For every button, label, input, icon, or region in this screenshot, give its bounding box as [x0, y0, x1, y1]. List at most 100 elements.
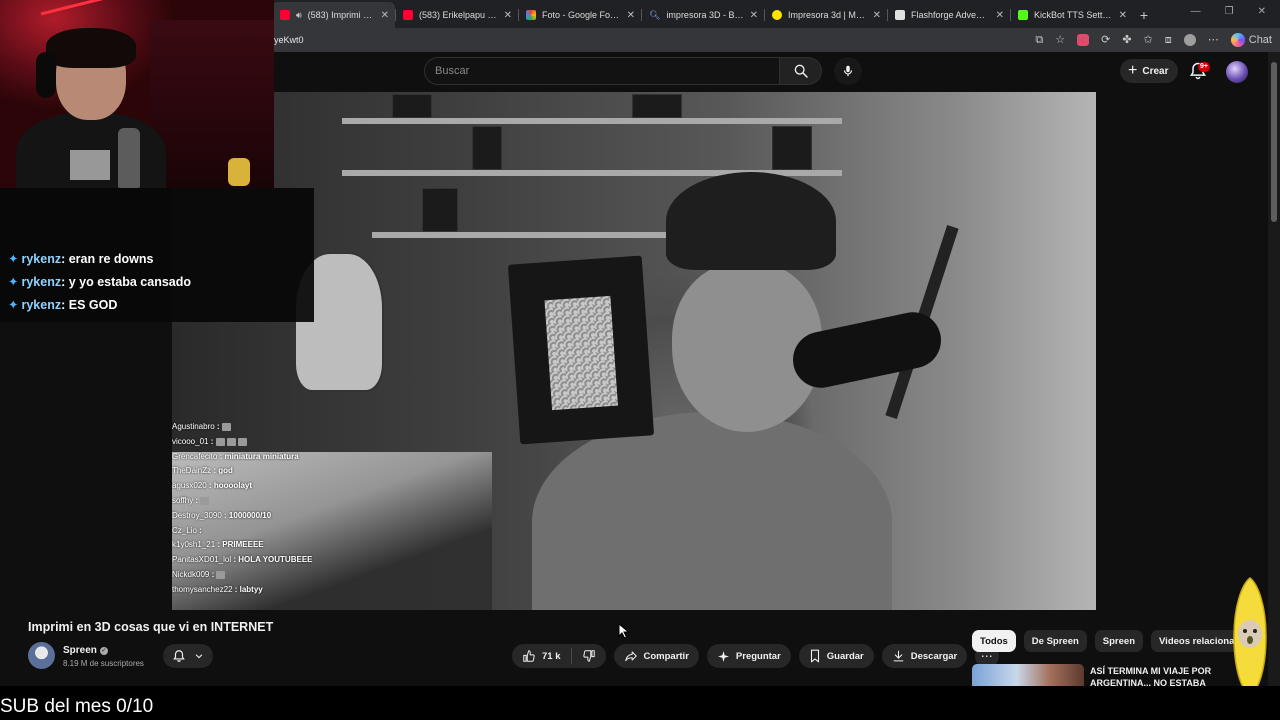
shelf-item: [632, 94, 682, 118]
chat-feed-user: soffhy: [172, 495, 194, 505]
recommended-video-title[interactable]: ASÍ TERMINA MI VIAJE POR ARGENTINA... NO…: [1090, 665, 1220, 687]
chat-feed-item: Nickdk009 :: [172, 570, 392, 585]
chat-username: rykenz: [21, 275, 62, 289]
favorites-icon[interactable]: ✩: [1144, 34, 1153, 46]
create-button-label: Crear: [1142, 65, 1169, 77]
extension-icon[interactable]: [1077, 34, 1090, 46]
shelf-item: [422, 188, 458, 232]
channel-avatar[interactable]: [28, 642, 55, 669]
chat-feed: Agustinabro : vicooo_01 : Grencafecito :…: [172, 422, 392, 600]
speaker-icon[interactable]: 🔊︎: [296, 10, 302, 21]
collections-icon[interactable]: ⧈: [1165, 34, 1172, 46]
recommendation-chips: Todos De Spreen Spreen Videos relacionad…: [972, 630, 1234, 652]
browser-tab[interactable]: (583) Erikelpapu - YouTube ✕: [395, 2, 518, 28]
banana-cat-sticker: [1233, 577, 1267, 697]
save-button[interactable]: Guardar: [798, 644, 874, 668]
chat-text: ES GOD: [68, 298, 118, 312]
create-button[interactable]: + Crear: [1120, 59, 1179, 83]
browser-tab[interactable]: Foto - Google Fotos ✕: [518, 2, 641, 28]
chat-feed-user: Destroy_3090: [172, 510, 222, 520]
ask-button[interactable]: Preguntar: [706, 644, 791, 668]
bookmark-star-icon[interactable]: ☆: [1055, 34, 1065, 46]
chip-videos-relacionados[interactable]: Videos relacionados: [1151, 630, 1234, 652]
chip-spreen[interactable]: Spreen: [1094, 630, 1144, 652]
search-icon: [794, 64, 808, 78]
scrollbar-thumb[interactable]: [1271, 62, 1277, 222]
account-avatar[interactable]: [1226, 61, 1248, 83]
share-label: Compartir: [643, 650, 689, 662]
like-button[interactable]: 71 k: [512, 644, 571, 668]
more-menu-icon[interactable]: ⋯: [1208, 34, 1219, 46]
subscription-notifications-button[interactable]: [163, 644, 213, 668]
save-label: Guardar: [826, 650, 864, 662]
profile-icon[interactable]: [1183, 34, 1196, 46]
close-tab-icon[interactable]: ✕: [1119, 10, 1127, 21]
minimize-icon[interactable]: —: [1191, 6, 1201, 17]
close-tab-icon[interactable]: ✕: [504, 10, 512, 21]
youtube-favicon-icon: [280, 10, 290, 20]
browser-tab-label: impresora 3D - Búsqueda: [666, 10, 744, 20]
chip-todos[interactable]: Todos: [972, 630, 1016, 652]
chat-username: rykenz: [21, 298, 62, 312]
chip-de-spreen[interactable]: De Spreen: [1023, 630, 1087, 652]
chat-text: eran re downs: [68, 252, 154, 266]
3d-printed-frame: [507, 255, 655, 445]
person-cap: [666, 172, 836, 270]
chat-message: ✦ rykenz: ES GOD: [8, 298, 118, 312]
channel-name[interactable]: Spreen ✓: [63, 645, 108, 656]
chat-feed-user: Grencafecito: [172, 451, 218, 461]
chat-feed-user: Cz_Lio: [172, 525, 197, 535]
kickbot-favicon-icon: [1018, 10, 1028, 20]
url-text[interactable]: yeKwt0: [274, 35, 304, 45]
recommended-video-thumbnail[interactable]: [972, 664, 1084, 686]
install-app-icon[interactable]: ⧉: [1035, 34, 1043, 46]
chat-feed-user: thomysanchez22: [172, 584, 233, 594]
close-tab-icon[interactable]: ✕: [750, 10, 758, 21]
bookmark-icon: [810, 649, 819, 663]
browser-tab[interactable]: Flashforge Adventurer 3 ✕: [887, 2, 1010, 28]
chat-badge-icon: ✦: [8, 275, 19, 289]
chat-feed-text: HOLA YOUTUBEEE: [238, 555, 313, 565]
subscriber-count: 8.19 M de suscriptores: [63, 659, 144, 668]
voice-search-button[interactable]: [834, 57, 862, 85]
chat-username: rykenz: [21, 252, 62, 266]
browser-tab[interactable]: KickBot TTS Settings ✕: [1010, 2, 1133, 28]
download-button[interactable]: Descargar: [881, 644, 968, 668]
sparkle-icon: [717, 650, 729, 662]
notification-badge: 9+: [1198, 62, 1210, 72]
browser-tab[interactable]: 🔍︎ impresora 3D - Búsqueda ✕: [641, 2, 764, 28]
close-tab-icon[interactable]: ✕: [381, 10, 389, 21]
mouse-cursor-icon: [618, 623, 630, 639]
shelf-item: [392, 94, 432, 118]
like-count: 71 k: [542, 650, 561, 662]
youtube-favicon-icon: [403, 10, 413, 20]
chat-feed-item: TheDainZz : god: [172, 466, 233, 476]
search-button[interactable]: [780, 57, 822, 85]
close-window-icon[interactable]: ✕: [1258, 6, 1266, 17]
browser-tab[interactable]: Impresora 3d | MercadoLibre ✕: [764, 2, 887, 28]
close-tab-icon[interactable]: ✕: [996, 10, 1004, 21]
flashforge-favicon-icon: [895, 10, 905, 20]
close-tab-icon[interactable]: ✕: [873, 10, 881, 21]
like-dislike-group: 71 k: [512, 644, 606, 668]
search-input[interactable]: [425, 58, 779, 84]
maximize-icon[interactable]: ❐: [1225, 6, 1234, 17]
right-column: [1096, 92, 1268, 610]
share-button[interactable]: Compartir: [613, 644, 699, 668]
shelf-item: [772, 126, 812, 170]
chat-feed-item: k1y0sh1_21 : PRIMEEEE: [172, 540, 264, 550]
google-photos-favicon-icon: [526, 10, 536, 20]
dislike-button[interactable]: [572, 644, 606, 668]
chat-feed-user: agusx020: [172, 481, 207, 491]
puzzle-extension-icon[interactable]: ✤: [1122, 34, 1131, 46]
new-tab-button[interactable]: +: [1133, 2, 1155, 28]
share-icon: [624, 651, 637, 662]
copilot-chat-button[interactable]: Chat: [1230, 33, 1272, 47]
chat-feed-item: agusx020 : hoooolayt: [172, 481, 253, 491]
browser-tab[interactable]: 🔊︎ (583) Imprimi en 3D ✕: [272, 2, 395, 28]
download-icon: [893, 650, 904, 662]
close-tab-icon[interactable]: ✕: [627, 10, 635, 21]
chat-feed-user: vicooo_01: [172, 436, 209, 446]
refresh-extension-icon[interactable]: ⟳: [1101, 34, 1110, 46]
thumbs-down-icon: [582, 650, 595, 662]
